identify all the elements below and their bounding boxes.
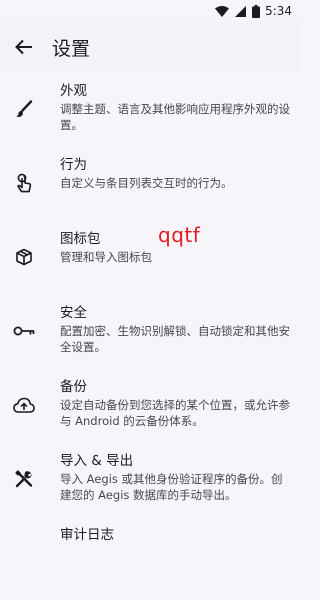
settings-item-behavior[interactable]: 行为 自定义与条目列表交互时的行为。: [0, 156, 300, 230]
status-bar: 5:34: [0, 0, 300, 22]
settings-item-title: 导入 & 导出: [60, 453, 134, 469]
settings-item-subtitle: 配置加密、生物识别解锁、自动锁定和其他安全设置。: [60, 324, 290, 354]
settings-item-audit-log[interactable]: 审计日志: [0, 526, 300, 600]
settings-item-title: 审计日志: [60, 527, 114, 543]
settings-item-subtitle: 管理和导入图标包: [60, 250, 152, 264]
settings-item-backups[interactable]: 备份 设定自动备份到您选择的某个位置，或允许参与 Android 的云备份体系。: [0, 378, 300, 452]
status-time: 5:34: [265, 4, 292, 18]
settings-item-subtitle: 导入 Aegis 或其他身份验证程序的备份。创建您的 Aegis 数据库的手动导…: [60, 472, 283, 502]
touch-icon: [12, 171, 36, 195]
brush-icon: [12, 97, 36, 121]
settings-item-title: 安全: [60, 305, 87, 321]
signal-icon: [235, 5, 247, 17]
page-title: 设置: [52, 37, 91, 60]
settings-item-title: 备份: [60, 379, 87, 395]
settings-item-appearance[interactable]: 外观 调整主题、语言及其他影响应用程序外观的设置。: [0, 82, 300, 156]
settings-item-title: 行为: [60, 157, 87, 173]
settings-item-subtitle: 调整主题、语言及其他影响应用程序外观的设置。: [60, 102, 290, 132]
settings-list: 外观 调整主题、语言及其他影响应用程序外观的设置。 行为 自定义与条目列表交互时…: [0, 72, 300, 600]
app-bar: 设置: [0, 22, 300, 72]
package-icon: [12, 245, 36, 269]
wifi-icon: [215, 5, 230, 17]
tools-icon: [12, 467, 36, 491]
settings-item-title: 外观: [60, 83, 87, 99]
battery-icon: [252, 4, 261, 18]
audit-icon: [12, 541, 36, 565]
cloud-upload-icon: [12, 393, 36, 417]
arrow-back-icon[interactable]: [12, 35, 36, 59]
settings-item-icon-packs[interactable]: 图标包 管理和导入图标包: [0, 230, 300, 304]
settings-item-subtitle: 设定自动备份到您选择的某个位置，或允许参与 Android 的云备份体系。: [60, 398, 290, 428]
handwritten-annotation: qqtf: [158, 223, 201, 247]
settings-item-security[interactable]: 安全 配置加密、生物识别解锁、自动锁定和其他安全设置。: [0, 304, 300, 378]
key-icon: [12, 319, 36, 343]
settings-item-import-export[interactable]: 导入 & 导出 导入 Aegis 或其他身份验证程序的备份。创建您的 Aegis…: [0, 452, 300, 526]
settings-item-subtitle: 自定义与条目列表交互时的行为。: [60, 176, 233, 190]
